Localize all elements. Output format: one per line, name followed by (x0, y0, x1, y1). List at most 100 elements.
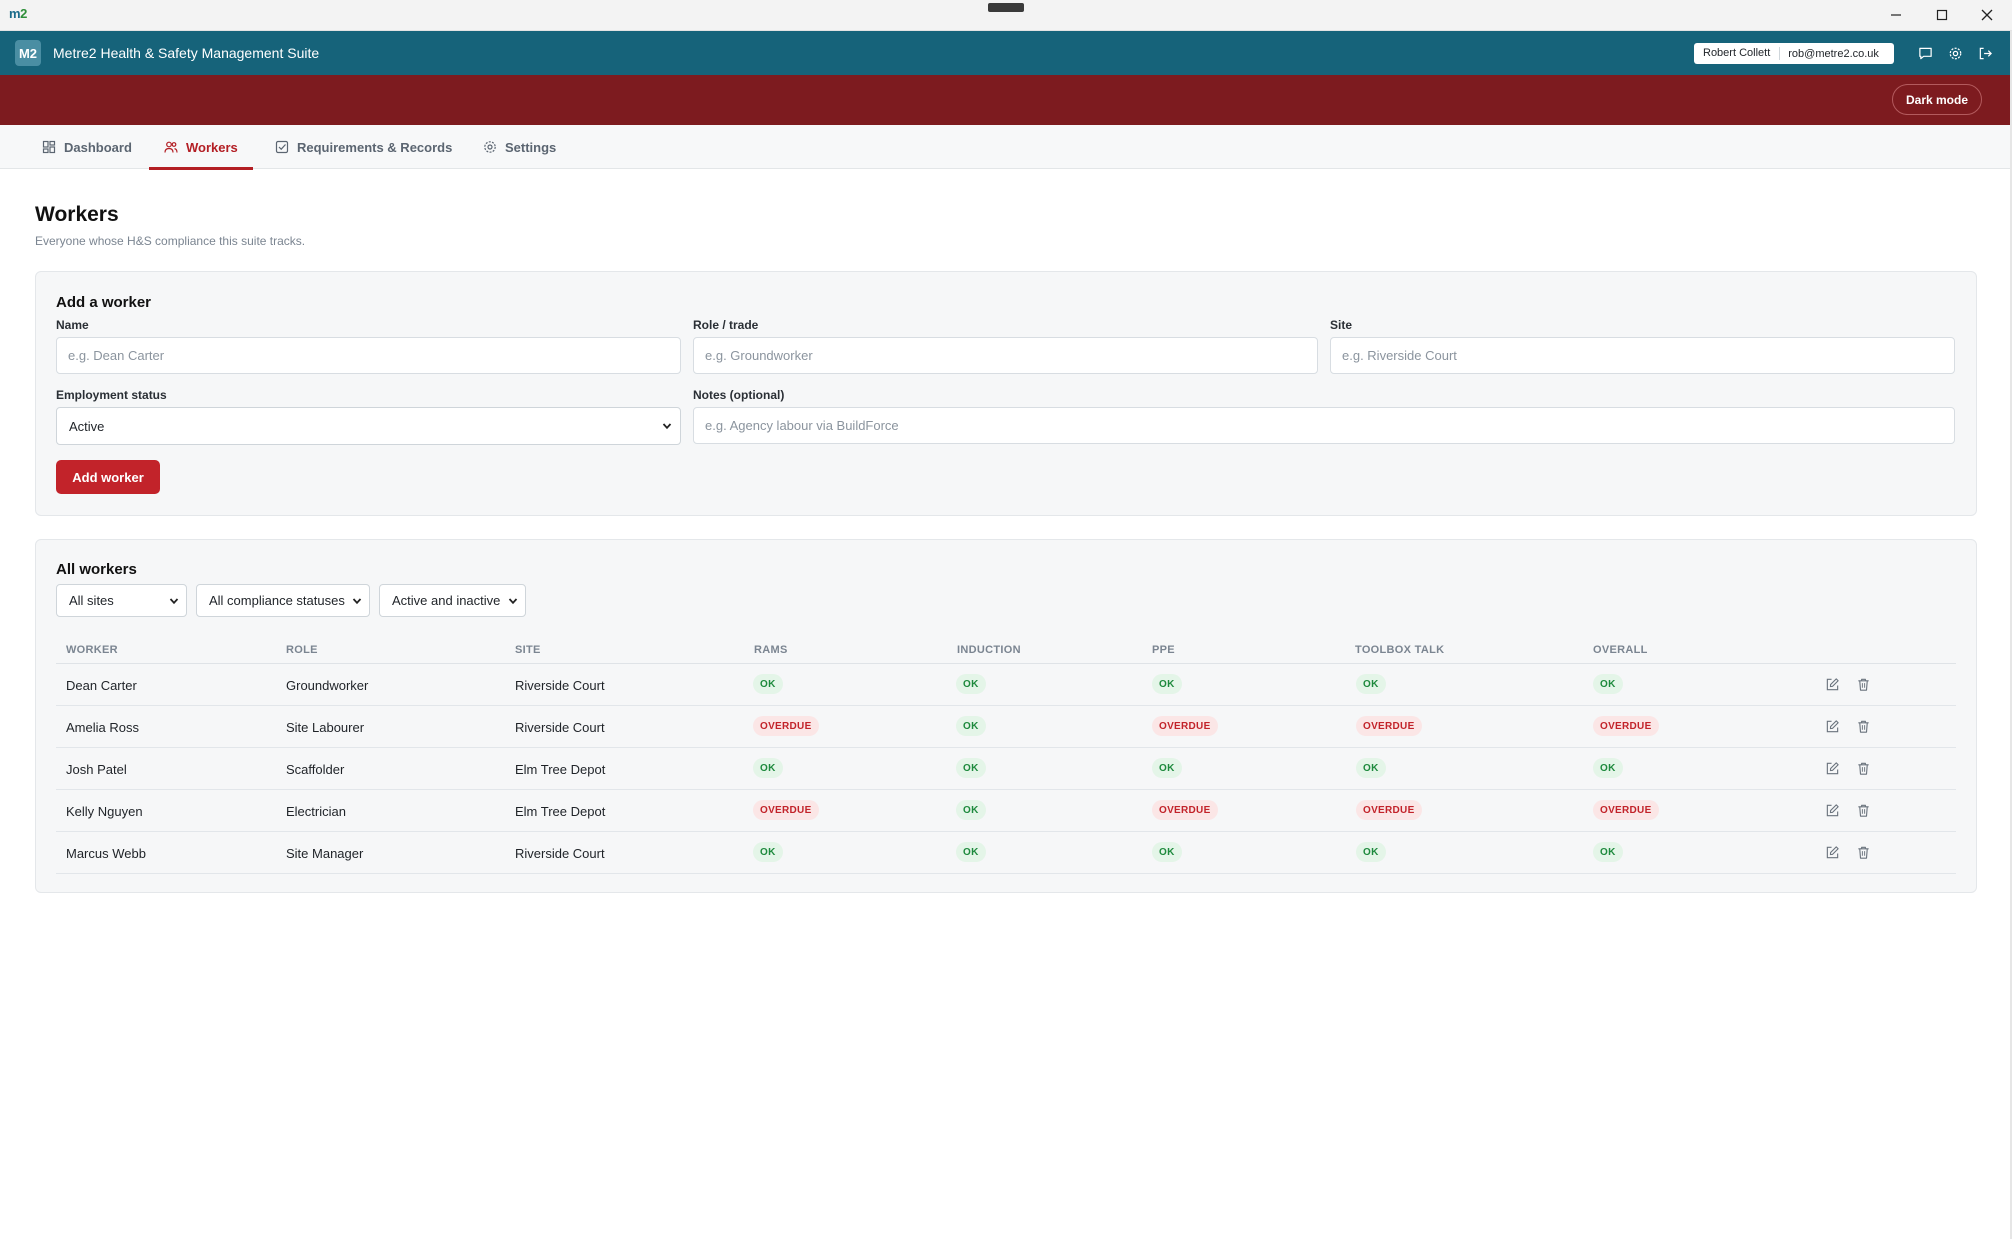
chevron-down-icon (662, 423, 672, 430)
edit-icon (1826, 719, 1839, 732)
trash-icon (1857, 762, 1869, 775)
ppe-status-badge: OVERDUE (1152, 800, 1218, 820)
compliance-filter-select[interactable]: All compliance statuses (196, 584, 370, 617)
add-worker-card: Add a worker Name Role / trade Site Empl… (35, 271, 1977, 516)
app-header: M2 Metre2 Health & Safety Management Sui… (0, 31, 2012, 75)
ppe-status-badge: OK (1152, 842, 1182, 862)
app-logo: M2 (15, 40, 41, 66)
role-cell: Groundworker (286, 678, 369, 693)
site-cell: Elm Tree Depot (515, 804, 606, 819)
dark-mode-button[interactable]: Dark mode (1892, 84, 1982, 115)
user-name: Robert Collett (1694, 47, 1781, 60)
ppe-status-badge: OVERDUE (1152, 716, 1218, 736)
site-input[interactable] (1330, 337, 1955, 374)
edit-worker-button[interactable] (1823, 843, 1841, 861)
overall-status-badge: OK (1593, 842, 1623, 862)
trash-icon (1857, 804, 1869, 817)
edit-worker-button[interactable] (1823, 801, 1841, 819)
message-icon (1918, 47, 1932, 59)
edit-worker-button[interactable] (1823, 759, 1841, 777)
toolbox-status-badge: OVERDUE (1356, 800, 1422, 820)
trash-icon (1857, 678, 1869, 691)
overall-status-badge: OVERDUE (1593, 800, 1659, 820)
main-tabs: Dashboard Workers Requirements & Records… (0, 125, 2012, 170)
rams-status-badge: OK (753, 842, 783, 862)
worker-cell: Dean Carter (66, 678, 137, 693)
minimize-icon (1891, 14, 1901, 16)
worker-cell: Marcus Webb (66, 846, 146, 861)
toolbox-status-badge: OK (1356, 758, 1386, 778)
rams-status-badge: OVERDUE (753, 716, 819, 736)
delete-worker-button[interactable] (1854, 717, 1872, 735)
tab-label: Workers (186, 139, 238, 155)
column-header-worker: WORKER (66, 644, 118, 656)
table-row[interactable]: Josh Patel Scaffolder Elm Tree Depot OK OK OK… (56, 748, 1956, 790)
table-row[interactable]: Marcus Webb Site Manager Riverside Court OK… (56, 832, 1956, 874)
name-input[interactable] (56, 337, 681, 374)
role-input[interactable] (693, 337, 1318, 374)
close-icon (1981, 9, 1993, 21)
site-filter-value: All sites (69, 593, 114, 608)
active-filter-select[interactable]: Active and inactive (379, 584, 526, 617)
site-filter-select[interactable]: All sites (56, 584, 187, 617)
role-cell: Scaffolder (286, 762, 345, 777)
settings-button[interactable] (1946, 44, 1964, 62)
tab-workers[interactable]: Workers (149, 125, 253, 170)
edit-worker-button[interactable] (1823, 717, 1841, 735)
rams-status-badge: OK (753, 758, 783, 778)
logout-icon (1979, 47, 1992, 59)
table-row[interactable]: Dean Carter Groundworker Riverside Court OK… (56, 664, 1956, 706)
site-cell: Riverside Court (515, 720, 605, 735)
column-header-site: SITE (515, 644, 541, 656)
close-window-button[interactable] (1969, 4, 2005, 26)
overall-status-badge: OVERDUE (1593, 716, 1659, 736)
app-title: Metre2 Health & Safety Management Suite (53, 45, 320, 61)
messages-button[interactable] (1916, 44, 1934, 62)
edit-icon (1826, 803, 1839, 816)
delete-worker-button[interactable] (1854, 759, 1872, 777)
chevron-down-icon (169, 598, 179, 605)
add-worker-title: Add a worker (56, 294, 152, 311)
user-email: rob@metre2.co.uk (1788, 47, 1879, 60)
maximize-icon (1936, 9, 1948, 21)
induction-status-badge: OK (956, 758, 986, 778)
table-row[interactable]: Amelia Ross Site Labourer Riverside Court O… (56, 706, 1956, 748)
tab-settings[interactable]: Settings (483, 125, 556, 169)
status-label: Employment status (56, 388, 167, 402)
tab-label: Requirements & Records (297, 139, 453, 155)
window-drag-handle[interactable] (988, 3, 1024, 12)
site-cell: Riverside Court (515, 678, 605, 693)
toolbox-status-badge: OVERDUE (1356, 716, 1422, 736)
all-workers-card: All workers All sites All compliance sta… (35, 539, 1977, 893)
table-row[interactable]: Kelly Nguyen Electrician Elm Tree Depot OVE… (56, 790, 1956, 832)
notes-input[interactable] (693, 407, 1955, 444)
delete-worker-button[interactable] (1854, 801, 1872, 819)
minimize-button[interactable] (1878, 4, 1914, 26)
overall-status-badge: OK (1593, 674, 1623, 694)
induction-status-badge: OK (956, 716, 986, 736)
tab-dashboard[interactable]: Dashboard (42, 125, 132, 169)
induction-status-badge: OK (956, 800, 986, 820)
gear-icon (1949, 47, 1961, 59)
role-cell: Site Labourer (286, 720, 365, 735)
delete-worker-button[interactable] (1854, 675, 1872, 693)
site-label: Site (1330, 318, 1353, 332)
edit-icon (1826, 845, 1839, 858)
checklist-icon (275, 140, 289, 154)
edit-worker-button[interactable] (1823, 675, 1841, 693)
delete-worker-button[interactable] (1854, 843, 1872, 861)
chevron-down-icon (508, 598, 518, 605)
tab-requirements[interactable]: Requirements & Records (275, 125, 452, 169)
page-subtitle: Everyone whose H&S compliance this suite… (35, 234, 306, 248)
rams-status-badge: OVERDUE (753, 800, 819, 820)
all-workers-title: All workers (56, 561, 137, 578)
toolbox-status-badge: OK (1356, 842, 1386, 862)
induction-status-badge: OK (956, 842, 986, 862)
user-chip[interactable]: Robert Collett rob@metre2.co.uk (1694, 43, 1894, 64)
logout-button[interactable] (1976, 44, 1994, 62)
employment-status-select[interactable]: Active (56, 407, 681, 445)
add-worker-button[interactable]: Add worker (56, 460, 160, 494)
maximize-button[interactable] (1924, 4, 1960, 26)
tab-label: Settings (505, 139, 557, 155)
employment-status-value: Active (69, 418, 105, 434)
